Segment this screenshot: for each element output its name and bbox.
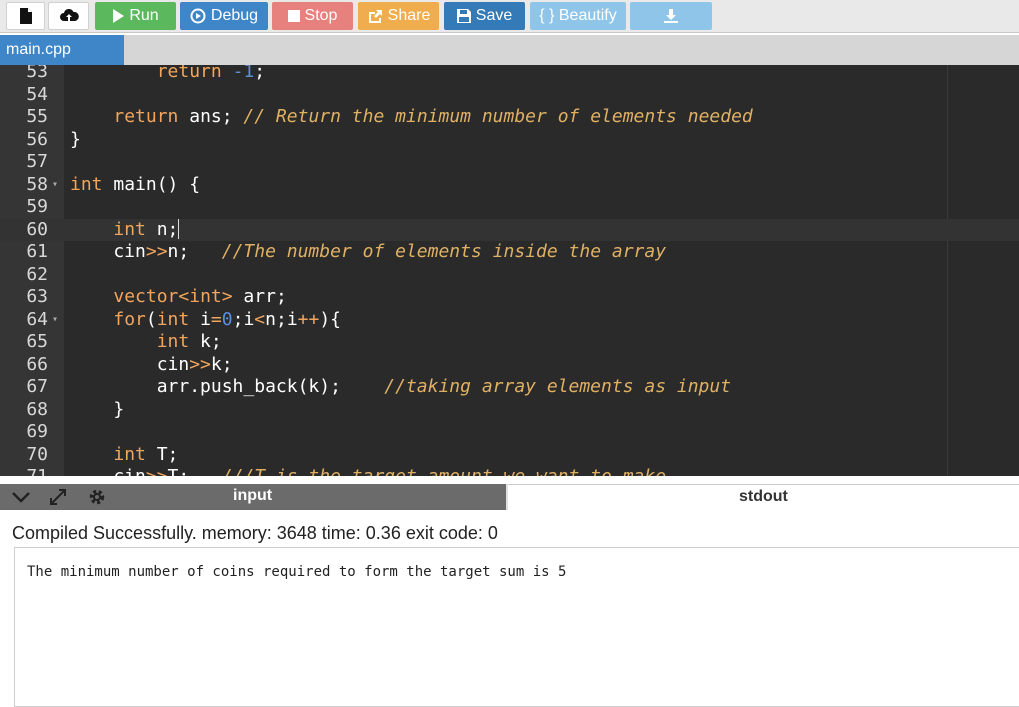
- code-text: for(int i=0;i<n;i++){: [113, 308, 342, 330]
- line-number: 54: [26, 83, 48, 105]
- code-text: cin>>k;: [70, 353, 233, 375]
- code-line[interactable]: 71 cin>>T; ///T is the target amount we …: [0, 466, 1019, 476]
- code-line[interactable]: 61 cin>>n; //The number of elements insi…: [0, 241, 1019, 264]
- code-text: return ans; // Return the minimum number…: [113, 106, 753, 127]
- upload-button[interactable]: [48, 2, 89, 30]
- debug-icon: [190, 8, 206, 24]
- code-text: arr.push_back(k); //taking array element…: [70, 376, 732, 397]
- line-number: 59: [26, 196, 48, 217]
- debug-label: Debug: [210, 7, 259, 24]
- io-panel-header: input stdout: [0, 484, 1019, 510]
- run-button[interactable]: Run: [95, 2, 176, 30]
- text-cursor: [178, 219, 179, 239]
- line-number: 66: [26, 353, 48, 375]
- stdout-tab-label: stdout: [739, 488, 788, 505]
- code-line[interactable]: 66 cin>>k;: [0, 354, 1019, 377]
- new-file-button[interactable]: [6, 2, 45, 30]
- code-line[interactable]: 57: [0, 151, 1019, 174]
- code-text: cin>>n; //The number of elements inside …: [70, 241, 667, 262]
- stop-label: Stop: [304, 7, 338, 24]
- share-label: Share: [387, 7, 431, 24]
- code-line[interactable]: 54: [0, 84, 1019, 107]
- line-number: 67: [26, 376, 48, 397]
- run-label: Run: [129, 7, 159, 24]
- code-line[interactable]: 65 int k;: [0, 331, 1019, 354]
- code-text: }: [70, 398, 125, 420]
- download-button[interactable]: [630, 2, 712, 30]
- stop-icon: [287, 10, 300, 22]
- line-number: 68: [26, 398, 48, 420]
- beautify-button[interactable]: { } Beautify: [530, 2, 626, 30]
- stdout-output-box[interactable]: The minimum number of coins required to …: [14, 547, 1019, 707]
- code-text: }: [70, 128, 81, 150]
- line-number: 64: [26, 308, 48, 330]
- download-icon: [664, 9, 678, 23]
- input-tab-label: input: [233, 487, 273, 504]
- code-text: return -1;: [156, 65, 266, 82]
- expand-icon[interactable]: [49, 488, 67, 506]
- floppy-icon: [456, 9, 471, 23]
- code-lines: 53 return -1; 54 55 return ans; // Return …: [0, 65, 1019, 476]
- line-number: 57: [26, 151, 48, 172]
- line-number: 69: [26, 421, 48, 442]
- file-icon: [19, 8, 32, 24]
- stdout-text: The minimum number of coins required to …: [27, 564, 567, 580]
- code-line[interactable]: 68 }: [0, 399, 1019, 422]
- line-number: 62: [26, 263, 48, 285]
- code-text: int k;: [156, 331, 222, 352]
- tab-main-cpp[interactable]: main.cpp: [0, 35, 124, 65]
- code-text: int main() {: [70, 173, 201, 195]
- code-line[interactable]: 69: [0, 421, 1019, 444]
- code-line[interactable]: 60 int n;: [0, 218, 1019, 241]
- line-number: 71: [0, 466, 48, 476]
- code-line[interactable]: 55 return ans; // Return the minimum num…: [0, 106, 1019, 129]
- gear-icon[interactable]: [88, 488, 106, 506]
- stop-button[interactable]: Stop: [272, 2, 353, 30]
- stdout-tab[interactable]: stdout: [508, 484, 1019, 510]
- toolbar: Run Debug Stop Share Save { } Beautify: [0, 0, 1019, 33]
- code-text: cin>>T; ///T is the target amount we wan…: [70, 466, 666, 476]
- line-number: 55: [26, 106, 48, 127]
- line-number: 70: [26, 443, 48, 465]
- code-line[interactable]: 58 ▾ int main() {: [0, 174, 1019, 197]
- debug-button[interactable]: Debug: [180, 2, 268, 30]
- share-icon: [368, 10, 382, 23]
- code-line[interactable]: 64 ▾ for(int i=0;i<n;i++){: [0, 309, 1019, 332]
- line-number: 61: [26, 241, 48, 262]
- code-editor[interactable]: 53 return -1; 54 55 return ans; // Return …: [0, 65, 1019, 476]
- input-tab[interactable]: input: [0, 484, 506, 510]
- code-line[interactable]: 67 arr.push_back(k); //taking array elem…: [0, 376, 1019, 399]
- line-number: 56: [26, 128, 48, 150]
- compile-status: Compiled Successfully. memory: 3648 time…: [12, 523, 498, 543]
- line-number: 58: [26, 173, 48, 195]
- fold-arrow-icon[interactable]: ▾: [52, 309, 58, 332]
- code-line[interactable]: 70 int T;: [0, 444, 1019, 467]
- code-text: vector<int> arr;: [113, 286, 287, 307]
- code-text: int n;: [113, 218, 179, 240]
- code-line[interactable]: 59: [0, 196, 1019, 219]
- code-line[interactable]: 53 return -1;: [0, 65, 1019, 84]
- line-number: 63: [26, 286, 48, 307]
- save-button[interactable]: Save: [444, 2, 525, 30]
- beautify-label: { } Beautify: [539, 7, 617, 24]
- code-line[interactable]: 56}: [0, 129, 1019, 152]
- save-label: Save: [475, 7, 513, 24]
- line-number: 53: [26, 65, 48, 82]
- fold-arrow-icon[interactable]: ▾: [52, 174, 58, 197]
- play-icon: [113, 9, 125, 23]
- share-button[interactable]: Share: [358, 2, 439, 30]
- cloud-upload-icon: [59, 8, 79, 22]
- line-number: 65: [26, 331, 48, 352]
- code-line[interactable]: 62: [0, 264, 1019, 287]
- code-text: int T;: [113, 443, 179, 465]
- file-tab-bar: main.cpp: [0, 35, 1019, 65]
- chevron-down-icon[interactable]: [12, 491, 30, 503]
- code-line[interactable]: 63 vector<int> arr;: [0, 286, 1019, 309]
- line-number: 60: [26, 218, 48, 240]
